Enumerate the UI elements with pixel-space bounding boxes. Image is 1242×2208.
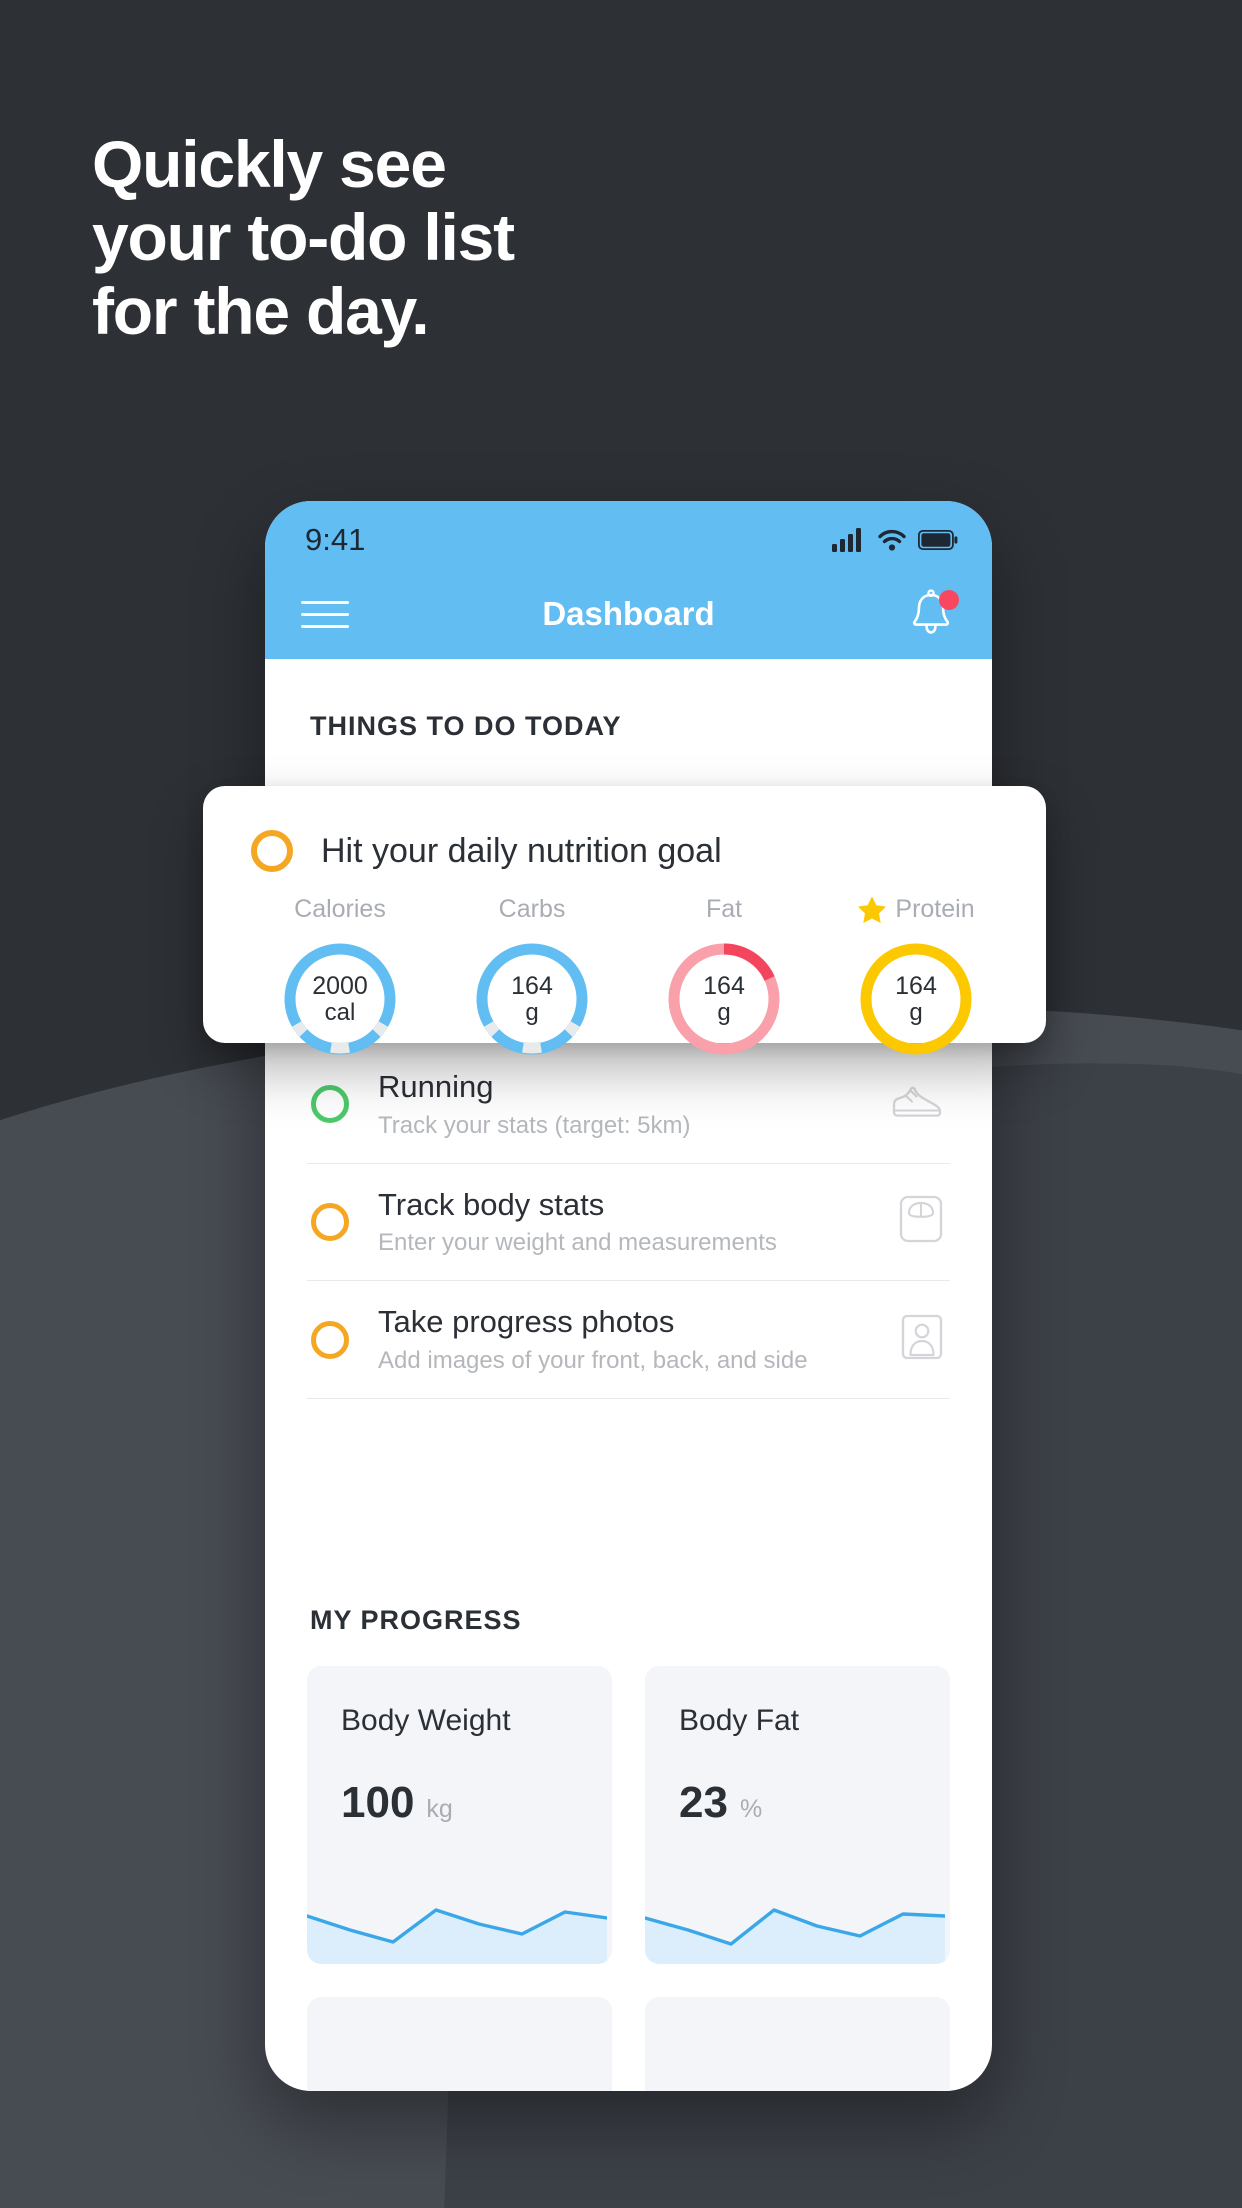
nutrition-checkbox-ring[interactable] bbox=[251, 830, 293, 872]
stat-card-next-right[interactable] bbox=[645, 1996, 950, 2091]
running-shoe-icon bbox=[888, 1082, 944, 1127]
todo-item-running[interactable]: Running Track your stats (target: 5km) bbox=[307, 1046, 950, 1164]
nutrition-goal-card[interactable]: Hit your daily nutrition goal Calories 2… bbox=[203, 786, 1046, 1055]
progress-card-grid: Body Weight 100 kg Body Fat 23 % bbox=[265, 1636, 992, 2091]
todo-subtitle: Enter your weight and measurements bbox=[378, 1229, 777, 1257]
battery-icon bbox=[918, 530, 958, 550]
stat-card-next-left[interactable] bbox=[307, 1996, 612, 2091]
nutrition-card-header: Hit your daily nutrition goal bbox=[203, 786, 1046, 872]
person-photo-icon bbox=[900, 1313, 944, 1366]
headline-line-3: for the day. bbox=[92, 273, 430, 348]
todo-checkbox-ring[interactable] bbox=[311, 1085, 349, 1124]
star-icon bbox=[858, 895, 887, 923]
status-time: 9:41 bbox=[305, 522, 366, 557]
macro-label: Calories bbox=[294, 894, 386, 923]
stat-card-title: Body Fat bbox=[679, 1703, 800, 1737]
macro-label: Fat bbox=[705, 894, 743, 923]
page-title: Dashboard bbox=[542, 595, 715, 632]
status-bar: 9:41 bbox=[265, 501, 992, 569]
weight-scale-icon bbox=[898, 1194, 944, 1249]
macro-calories[interactable]: Calories 2000 cal bbox=[265, 892, 415, 1060]
stat-card-value: 100 kg bbox=[307, 1738, 612, 1828]
todo-title: Take progress photos bbox=[378, 1304, 675, 1340]
headline-line-1: Quickly see bbox=[92, 127, 447, 201]
macro-fat[interactable]: Fat 164 g bbox=[649, 892, 799, 1060]
stat-number: 23 bbox=[679, 1777, 728, 1827]
app-bar: Dashboard bbox=[265, 569, 992, 659]
todo-title: Running bbox=[378, 1069, 494, 1104]
macro-value: 2000 bbox=[312, 971, 368, 1000]
body-weight-sparkline bbox=[307, 1908, 607, 1964]
stat-card-value: 23 % bbox=[645, 1738, 950, 1828]
macro-center-text: 164 g bbox=[471, 938, 593, 1060]
stat-unit: % bbox=[739, 1794, 763, 1823]
macro-label: Protein bbox=[895, 894, 975, 923]
macro-value: 164 bbox=[895, 971, 937, 1000]
macro-label-wrap: Fat bbox=[649, 892, 799, 926]
macro-unit: g bbox=[717, 998, 731, 1026]
todo-title: Track body stats bbox=[378, 1186, 605, 1222]
body-fat-sparkline bbox=[645, 1908, 945, 1964]
macro-label-wrap: Calories bbox=[265, 892, 415, 926]
macro-value: 164 bbox=[703, 971, 745, 1000]
macro-donut-calories: 2000 cal bbox=[279, 938, 401, 1060]
macro-center-text: 164 g bbox=[855, 938, 977, 1060]
macro-donut-protein: 164 g bbox=[855, 938, 977, 1060]
todo-text: Running Track your stats (target: 5km) bbox=[378, 1068, 888, 1141]
macro-value: 164 bbox=[511, 971, 553, 1000]
todo-subtitle: Track your stats (target: 5km) bbox=[378, 1111, 691, 1139]
notification-badge bbox=[939, 590, 959, 610]
stat-unit: kg bbox=[426, 1794, 453, 1823]
promo-screenshot: Quickly see your to-do list for the day.… bbox=[0, 0, 1242, 2208]
todo-checkbox-ring[interactable] bbox=[311, 1320, 349, 1359]
wifi-icon bbox=[878, 529, 906, 551]
macro-center-text: 2000 cal bbox=[279, 938, 401, 1060]
cellular-signal-icon bbox=[832, 528, 861, 552]
todo-section-label: THINGS TO DO TODAY bbox=[310, 711, 622, 741]
macro-label: Carbs bbox=[498, 894, 566, 923]
macro-unit: cal bbox=[324, 998, 356, 1026]
macro-label-wrap: Protein bbox=[841, 892, 991, 926]
todo-text: Take progress photos Add images of your … bbox=[378, 1303, 900, 1376]
phone-mockup: 9:41 Dashboard THINGS TO DO TODAY Runnin… bbox=[265, 501, 992, 2091]
todo-list: Running Track your stats (target: 5km) T… bbox=[265, 1046, 992, 1399]
macro-protein[interactable]: Protein 164 g bbox=[841, 892, 991, 1060]
progress-section-label: MY PROGRESS bbox=[310, 1604, 522, 1635]
todo-text: Track body stats Enter your weight and m… bbox=[378, 1186, 898, 1259]
nutrition-card-title: Hit your daily nutrition goal bbox=[321, 831, 722, 870]
macro-row: Calories 2000 cal Carbs 164 g Fat 164 g … bbox=[203, 872, 1046, 1060]
status-icons bbox=[832, 528, 958, 552]
macro-center-text: 164 g bbox=[663, 938, 785, 1060]
macro-carbs[interactable]: Carbs 164 g bbox=[457, 892, 607, 1060]
stat-card-body-weight[interactable]: Body Weight 100 kg bbox=[307, 1665, 612, 1964]
todo-item-take-progress-photos[interactable]: Take progress photos Add images of your … bbox=[307, 1281, 950, 1399]
macro-donut-fat: 164 g bbox=[663, 938, 785, 1060]
stat-card-title: Body Weight bbox=[341, 1703, 511, 1737]
macro-unit: g bbox=[909, 998, 923, 1026]
notification-bell-button[interactable] bbox=[908, 588, 959, 640]
macro-unit: g bbox=[525, 998, 539, 1026]
macro-donut-carbs: 164 g bbox=[471, 938, 593, 1060]
promo-headline: Quickly see your to-do list for the day. bbox=[92, 127, 515, 348]
todo-subtitle: Add images of your front, back, and side bbox=[378, 1347, 808, 1375]
macro-label-wrap: Carbs bbox=[457, 892, 607, 926]
todo-item-track-body-stats[interactable]: Track body stats Enter your weight and m… bbox=[307, 1164, 950, 1282]
todo-checkbox-ring[interactable] bbox=[311, 1202, 349, 1241]
stat-number: 100 bbox=[341, 1777, 415, 1827]
stat-card-body-fat[interactable]: Body Fat 23 % bbox=[645, 1665, 950, 1964]
headline-line-2: your to-do list bbox=[92, 200, 515, 275]
